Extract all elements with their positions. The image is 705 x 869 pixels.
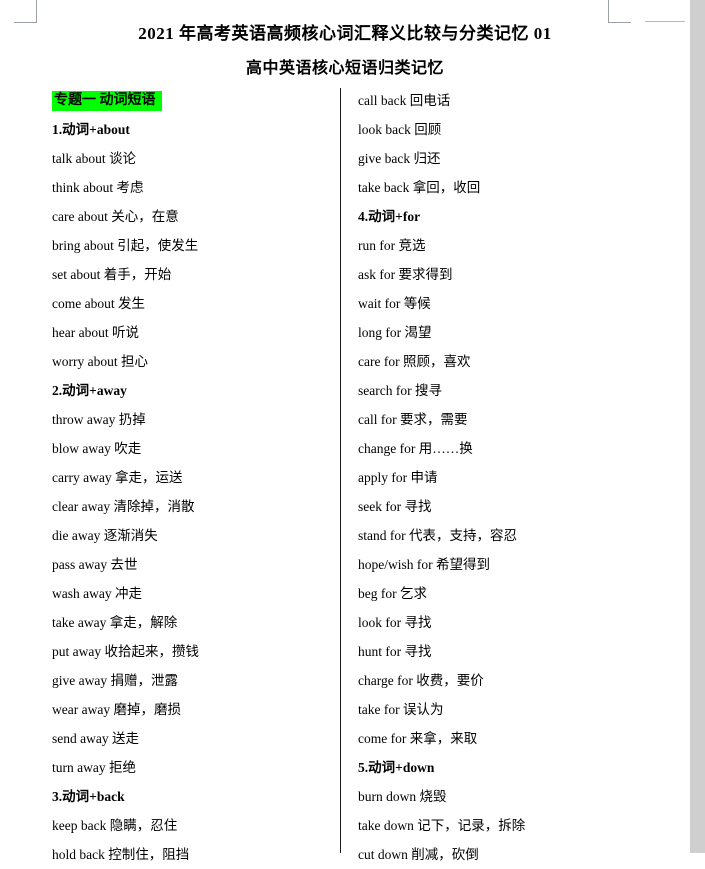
phrase-entry: search for 搜寻 (358, 383, 442, 398)
phrase-entry: take back 拿回，收回 (358, 180, 481, 195)
phrase-entry: send away 送走 (52, 731, 139, 746)
left-column: 专题一 动词短语 1.动词+about talk about 谈论 think abo… (52, 86, 342, 869)
section-heading: 2.动词+away (52, 383, 127, 398)
phrase-entry: beg for 乞求 (358, 586, 427, 601)
phrase-entry: look for 寻找 (358, 615, 432, 630)
phrase-entry: burn down 烧毁 (358, 789, 447, 804)
phrase-entry: pass away 去世 (52, 557, 138, 572)
phrase-entry: give back 归还 (358, 151, 441, 166)
phrase-entry: take down 记下，记录，拆除 (358, 818, 526, 833)
phrase-entry: think about 考虑 (52, 180, 144, 195)
topic-heading: 专题一 动词短语 (52, 86, 342, 115)
phrase-entry: come about 发生 (52, 296, 145, 311)
phrase-entry: set about 着手，开始 (52, 267, 172, 282)
phrase-entry: look back 回顾 (358, 122, 442, 137)
phrase-entry: hold back 控制住，阻挡 (52, 847, 190, 862)
phrase-entry: turn away 拒绝 (52, 760, 136, 775)
phrase-entry: come for 来拿，来取 (358, 731, 478, 746)
section-heading: 5.动词+down (358, 760, 435, 775)
document-title: 2021 年高考英语高频核心词汇释义比较与分类记忆 01 (138, 24, 552, 43)
phrase-entry: hunt for 寻找 (358, 644, 432, 659)
phrase-entry: cut down 削减，砍倒 (358, 847, 479, 862)
phrase-entry: wear away 磨掉，磨损 (52, 702, 181, 717)
phrase-entry: stand for 代表，支持，容忍 (358, 528, 517, 543)
phrase-entry: take for 误认为 (358, 702, 444, 717)
phrase-entry: blow away 吹走 (52, 441, 142, 456)
section-heading: 1.动词+about (52, 122, 130, 137)
phrase-entry: put away 收拾起来，攒钱 (52, 644, 199, 659)
phrase-entry: call for 要求，需要 (358, 412, 468, 427)
phrase-entry: run for 竞选 (358, 238, 426, 253)
phrase-entry: care about 关心，在意 (52, 209, 179, 224)
phrase-entry: seek for 寻找 (358, 499, 432, 514)
phrase-entry: charge for 收费，要价 (358, 673, 484, 688)
phrase-entry: die away 逐渐消失 (52, 528, 158, 543)
phrase-entry: ask for 要求得到 (358, 267, 453, 282)
page-right-gutter (690, 0, 705, 853)
phrase-entry: change for 用……换 (358, 441, 473, 456)
phrase-entry: bring about 引起，使发生 (52, 238, 199, 253)
phrase-entry: take away 拿走，解除 (52, 615, 178, 630)
phrase-entry: give away 捐赠，泄露 (52, 673, 178, 688)
topic-heading-text: 专题一 动词短语 (52, 91, 162, 111)
page-sheet: 2021 年高考英语高频核心词汇释义比较与分类记忆 01 高中英语核心短语归类记… (0, 0, 690, 862)
phrase-entry: long for 渴望 (358, 325, 432, 340)
page-top-tick (645, 21, 685, 22)
section-heading: 3.动词+back (52, 789, 125, 804)
phrase-entry: hear about 听说 (52, 325, 139, 340)
phrase-entry: care for 照顾，喜欢 (358, 354, 471, 369)
phrase-entry: carry away 拿走，运送 (52, 470, 183, 485)
phrase-entry: call back 回电话 (358, 93, 451, 108)
two-column-body: 专题一 动词短语 1.动词+about talk about 谈论 think abo… (0, 86, 690, 862)
phrase-entry: apply for 申请 (358, 470, 438, 485)
right-column: call back 回电话 look back 回顾 give back 归还 tak… (358, 86, 648, 869)
phrase-entry: wait for 等候 (358, 296, 431, 311)
section-heading: 4.动词+for (358, 209, 421, 224)
document-subtitle: 高中英语核心短语归类记忆 (245, 60, 444, 77)
phrase-entry: keep back 隐瞒，忍住 (52, 818, 178, 833)
phrase-entry: wash away 冲走 (52, 586, 142, 601)
phrase-entry: talk about 谈论 (52, 151, 136, 166)
phrase-entry: hope/wish for 希望得到 (358, 557, 490, 572)
phrase-entry: clear away 清除掉，消散 (52, 499, 195, 514)
phrase-entry: throw away 扔掉 (52, 412, 146, 427)
phrase-entry: worry about 担心 (52, 354, 148, 369)
